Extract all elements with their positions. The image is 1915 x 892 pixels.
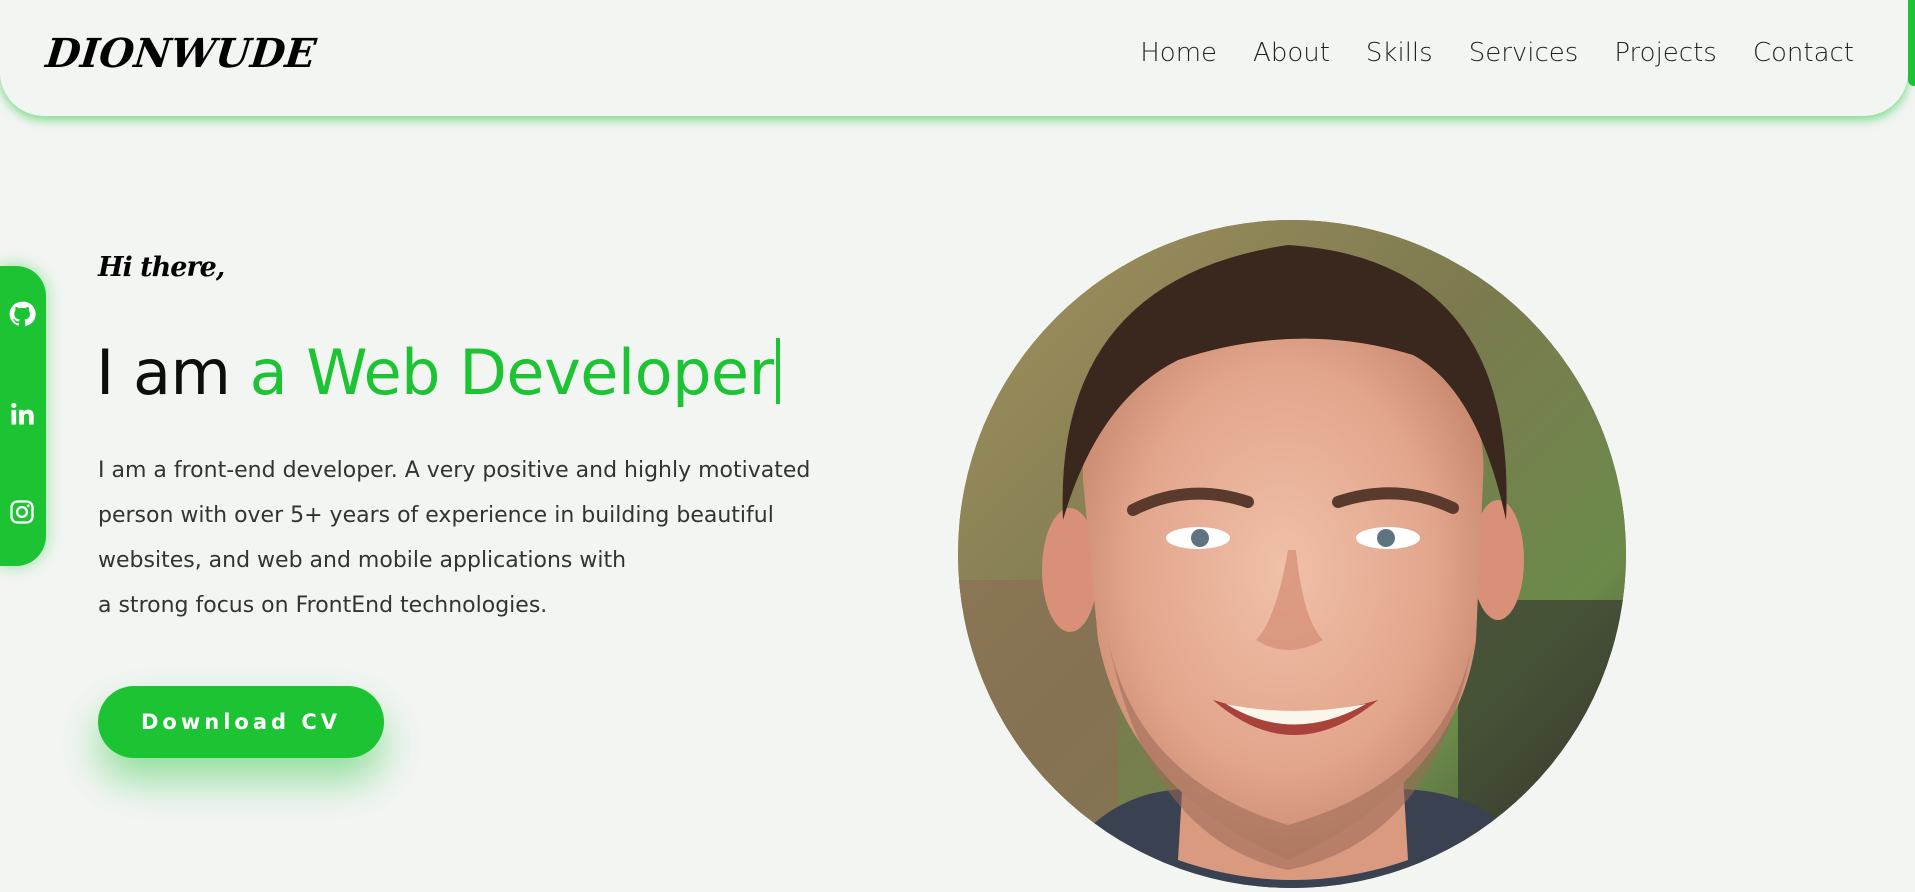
headline-prefix: I am <box>96 336 231 409</box>
description-line: person with over 5+ years of experience … <box>98 503 774 528</box>
hero-headline: I am a Web Developer <box>96 336 780 409</box>
nav-skills[interactable]: Skills <box>1366 38 1433 68</box>
profile-portrait-illustration <box>958 220 1626 888</box>
nav-contact[interactable]: Contact <box>1753 38 1854 68</box>
linkedin-icon[interactable] <box>6 398 38 430</box>
typing-cursor <box>775 338 780 404</box>
profile-photo <box>958 220 1626 888</box>
nav-services[interactable]: Services <box>1469 38 1579 68</box>
nav-projects[interactable]: Projects <box>1614 38 1717 68</box>
description-line: I am a front-end developer. A very posit… <box>98 458 811 483</box>
instagram-icon[interactable] <box>6 496 38 528</box>
site-header: DIONWUDE Home About Skills Services Proj… <box>0 0 1908 116</box>
scroll-accent <box>1908 0 1915 86</box>
description-line: a strong focus on FrontEnd technologies. <box>98 593 548 618</box>
download-cv-button[interactable]: Download CV <box>98 686 384 758</box>
headline-accent: a Web Developer <box>249 336 774 409</box>
social-sidebar <box>0 266 46 566</box>
site-logo[interactable]: DIONWUDE <box>44 30 319 77</box>
main-nav: Home About Skills Services Projects Cont… <box>1140 38 1854 68</box>
description-line: websites, and web and mobile application… <box>98 548 627 573</box>
hero-greeting: Hi there, <box>98 252 225 283</box>
hero-description: I am a front-end developer. A very posit… <box>98 448 878 628</box>
github-icon[interactable] <box>6 298 38 330</box>
nav-home[interactable]: Home <box>1140 38 1217 68</box>
nav-about[interactable]: About <box>1253 38 1330 68</box>
